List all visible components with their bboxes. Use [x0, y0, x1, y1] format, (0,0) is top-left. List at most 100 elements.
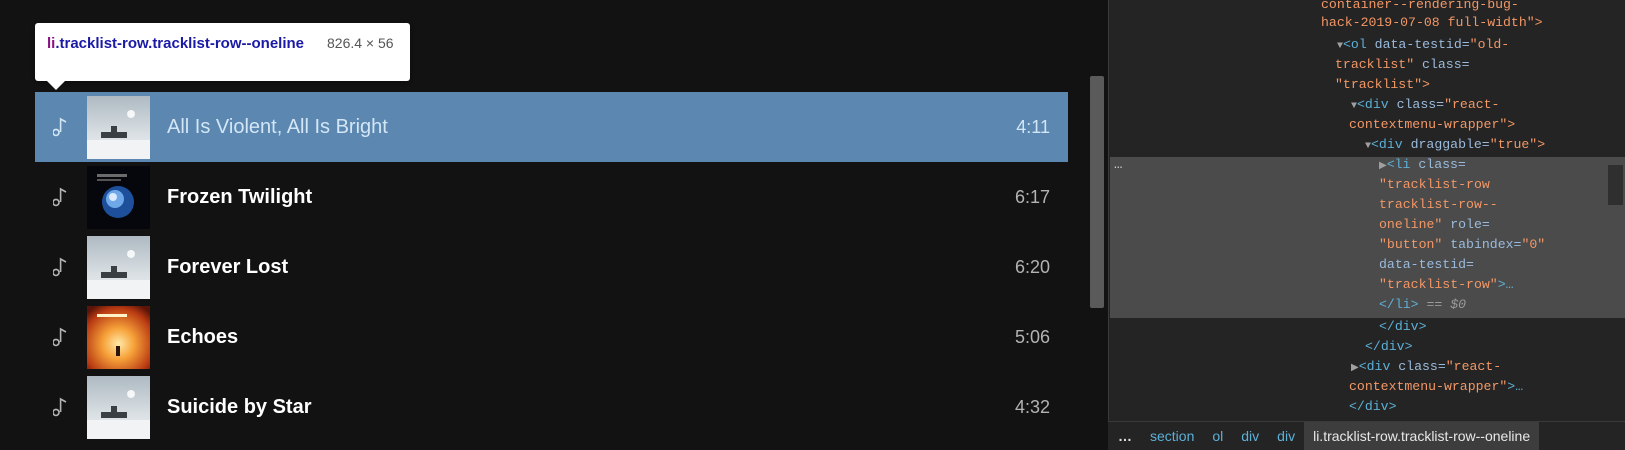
track-title: Frozen Twilight	[167, 185, 313, 208]
tooltip-selector: li.tracklist-row.tracklist-row--oneline	[47, 33, 305, 54]
collapse-triangle-icon[interactable]: ▶	[1351, 363, 1359, 374]
breadcrumb-item-section[interactable]: section	[1141, 422, 1203, 450]
attr-value: tracklist-row--	[1379, 197, 1498, 212]
tag-name: </div>	[1379, 319, 1427, 334]
album-cover	[87, 305, 150, 369]
attr-name: data-testid=	[1379, 257, 1474, 272]
tag-punct: >…	[1497, 277, 1514, 292]
tag-name: <div	[1358, 359, 1391, 374]
devtools-elements-panel: container--rendering-bug- hack-2019-07-0…	[1108, 0, 1625, 450]
attr-value: "tracklist">	[1335, 77, 1430, 92]
tag-name: <div	[1371, 137, 1403, 152]
track-note	[35, 257, 87, 277]
dom-line: data-testid=	[1379, 255, 1474, 275]
attr-value: "react-	[1445, 359, 1502, 374]
album-cover	[87, 375, 150, 439]
attr-name: role=	[1442, 217, 1490, 232]
attr-value: tracklist"	[1335, 57, 1415, 72]
breadcrumb-item-div[interactable]: div	[1232, 422, 1268, 450]
track-title: All Is Violent, All Is Bright	[167, 115, 388, 138]
attr-name: draggable=	[1402, 137, 1490, 152]
dom-line: contextmenu-wrapper">…	[1349, 377, 1523, 397]
album-cover	[87, 165, 150, 229]
dom-line: oneline" role=	[1379, 215, 1490, 235]
dom-line: </div>	[1365, 337, 1412, 357]
tag-punct: >…	[1507, 379, 1524, 394]
scrollbar[interactable]	[1090, 76, 1104, 308]
track-note	[35, 327, 87, 347]
attr-name: tabindex=	[1442, 237, 1522, 252]
dom-line: tracklist" class=	[1335, 55, 1470, 75]
attr-name: class=	[1410, 157, 1466, 172]
music-note-icon	[53, 327, 67, 347]
dom-node-div-draggable[interactable]: ▼<div draggable="true">	[1365, 135, 1545, 155]
track-title: Forever Lost	[167, 255, 289, 278]
attr-value: "true">	[1489, 137, 1546, 152]
track-row[interactable]: Frozen Twilight 6:17	[35, 162, 1068, 232]
inspect-tooltip: li.tracklist-row.tracklist-row--oneline …	[35, 23, 410, 81]
attr-value: contextmenu-wrapper">	[1349, 117, 1516, 132]
music-note-icon	[53, 187, 67, 207]
tag-name: <ol	[1343, 37, 1367, 52]
node-actions-dots[interactable]: …	[1114, 157, 1122, 173]
track-duration: 6:20	[1014, 256, 1050, 277]
tag-name: </li>	[1379, 297, 1419, 312]
music-note-icon	[53, 117, 67, 137]
breadcrumb: … section ol div div li.tracklist-row.tr…	[1108, 421, 1625, 450]
track-row[interactable]: All Is Violent, All Is Bright 4:11	[35, 92, 1068, 162]
tag-name: </div>	[1349, 399, 1397, 414]
track-duration: 6:17	[1014, 186, 1050, 207]
dom-tree: container--rendering-bug- hack-2019-07-0…	[1109, 0, 1625, 420]
attr-value: "tracklist-row"	[1379, 277, 1498, 292]
breadcrumb-item-ol[interactable]: ol	[1203, 422, 1232, 450]
tag-name: <div	[1357, 97, 1389, 112]
dom-node-ol[interactable]: ▼<ol data-testid="old-	[1337, 35, 1509, 55]
devtools-scrollbar[interactable]	[1608, 165, 1623, 205]
track-note	[35, 397, 87, 417]
track-title: Suicide by Star	[167, 395, 312, 418]
breadcrumb-more[interactable]: …	[1108, 422, 1141, 450]
track-duration: 4:32	[1014, 396, 1050, 417]
dom-line: "button" tabindex="0"	[1379, 235, 1545, 255]
attr-name: class=	[1414, 57, 1470, 72]
attr-value: "button"	[1379, 237, 1443, 252]
dom-line: hack-2019-07-08 full-width">	[1321, 13, 1543, 33]
attr-name: class=	[1388, 97, 1445, 112]
tooltip-arrow	[47, 81, 65, 90]
dom-node-li-selected[interactable]: ▶<li class=	[1379, 155, 1466, 175]
attr-value: oneline"	[1379, 217, 1443, 232]
music-note-icon	[53, 397, 67, 417]
tag-name: </div>	[1365, 339, 1413, 354]
track-row[interactable]: Forever Lost 6:20	[35, 232, 1068, 302]
attr-name: class=	[1390, 359, 1446, 374]
track-note	[35, 117, 87, 137]
track-title: Echoes	[167, 325, 239, 348]
dom-line: "tracklist-row">…	[1379, 275, 1514, 295]
attr-value: "tracklist-row	[1379, 177, 1490, 192]
album-cover	[87, 95, 150, 159]
tag-name: <li	[1386, 157, 1411, 172]
tooltip-size: 826.4 × 56	[327, 35, 394, 51]
attr-name: data-testid=	[1366, 37, 1470, 52]
track-row[interactable]: Echoes 5:06	[35, 302, 1068, 372]
console-ref: == $0	[1418, 297, 1467, 312]
track-row[interactable]: Suicide by Star 4:32	[35, 372, 1068, 442]
breadcrumb-item-div[interactable]: div	[1268, 422, 1304, 450]
dom-line: "tracklist">	[1335, 75, 1430, 95]
dom-line: </li> == $0	[1379, 295, 1466, 315]
attr-value: container--rendering-bug-	[1321, 0, 1519, 12]
attr-value: hack-2019-07-08 full-width">	[1321, 15, 1543, 30]
album-cover	[87, 235, 150, 299]
dom-line: tracklist-row--	[1379, 195, 1498, 215]
music-note-icon	[53, 257, 67, 277]
dom-line: </div>	[1379, 317, 1426, 337]
breadcrumb-item-selected[interactable]: li.tracklist-row.tracklist-row--oneline	[1304, 421, 1540, 450]
collapse-triangle-icon[interactable]: ▶	[1379, 161, 1387, 172]
tooltip-classes: .tracklist-row.tracklist-row--oneline	[55, 35, 305, 52]
track-duration: 4:11	[1016, 116, 1050, 137]
dom-line: contextmenu-wrapper">	[1349, 115, 1515, 135]
attr-value: "react-	[1444, 97, 1500, 112]
dom-node-div[interactable]: ▼<div class="react-	[1351, 95, 1499, 115]
dom-line: </div>	[1349, 397, 1396, 417]
dom-node-div-collapsed[interactable]: ▶<div class="react-	[1351, 357, 1501, 377]
